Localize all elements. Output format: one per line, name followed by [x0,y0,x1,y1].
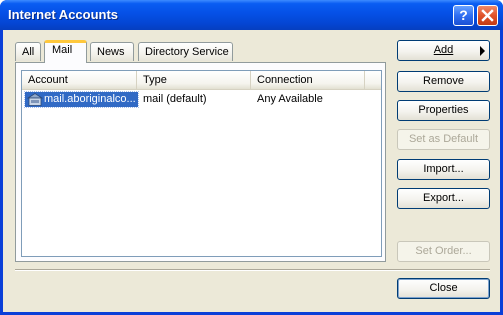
separator-line [15,269,490,271]
submenu-arrow-icon [480,46,485,56]
import-button[interactable]: Import... [397,159,490,180]
window-title: Internet Accounts [8,7,119,22]
close-window-button[interactable] [477,5,498,26]
set-as-default-label: Set as Default [408,133,479,145]
column-header-connection[interactable]: Connection [251,71,365,89]
add-button-label: Add [433,44,454,56]
set-as-default-button[interactable]: Set as Default [397,129,490,150]
properties-button[interactable]: Properties [397,100,490,121]
column-header-type[interactable]: Type [137,71,251,89]
remove-button[interactable]: Remove [397,71,490,92]
tab-all[interactable]: All [15,42,41,61]
tab-news[interactable]: News [90,42,134,61]
internet-accounts-window: Internet Accounts ? All Mail News Direct… [0,0,503,315]
export-button[interactable]: Export... [397,188,490,209]
tab-directory-service[interactable]: Directory Service [138,42,233,61]
add-button[interactable]: Add [397,40,490,61]
mail-tab-panel: Account Type Connection mail.aboriginalc… [15,62,386,262]
set-order-label: Set Order... [415,245,472,257]
export-button-label: Export... [423,192,464,204]
account-type: mail (default) [143,93,207,105]
selected-account-cell[interactable]: mail.aboriginalco... [24,91,139,108]
account-name: mail.aboriginalco... [44,93,136,105]
table-row[interactable]: mail.aboriginalco... mail (default) Any … [22,91,381,108]
account-connection: Any Available [257,93,323,105]
dialog-body: All Mail News Directory Service Account … [3,30,500,312]
help-button[interactable]: ? [453,5,474,26]
close-icon [481,9,494,22]
mail-account-icon [26,92,44,107]
column-header-account[interactable]: Account [22,71,137,89]
list-header: Account Type Connection [22,71,381,90]
set-order-button[interactable]: Set Order... [397,241,490,262]
import-button-label: Import... [423,163,464,175]
properties-button-label: Properties [418,104,469,116]
tab-mail[interactable]: Mail [44,40,87,63]
remove-button-label: Remove [423,75,464,87]
close-button[interactable]: Close [397,278,490,299]
title-bar[interactable]: Internet Accounts ? [0,0,503,30]
close-button-label: Close [429,282,458,294]
accounts-list[interactable]: Account Type Connection mail.aboriginalc… [21,70,382,257]
